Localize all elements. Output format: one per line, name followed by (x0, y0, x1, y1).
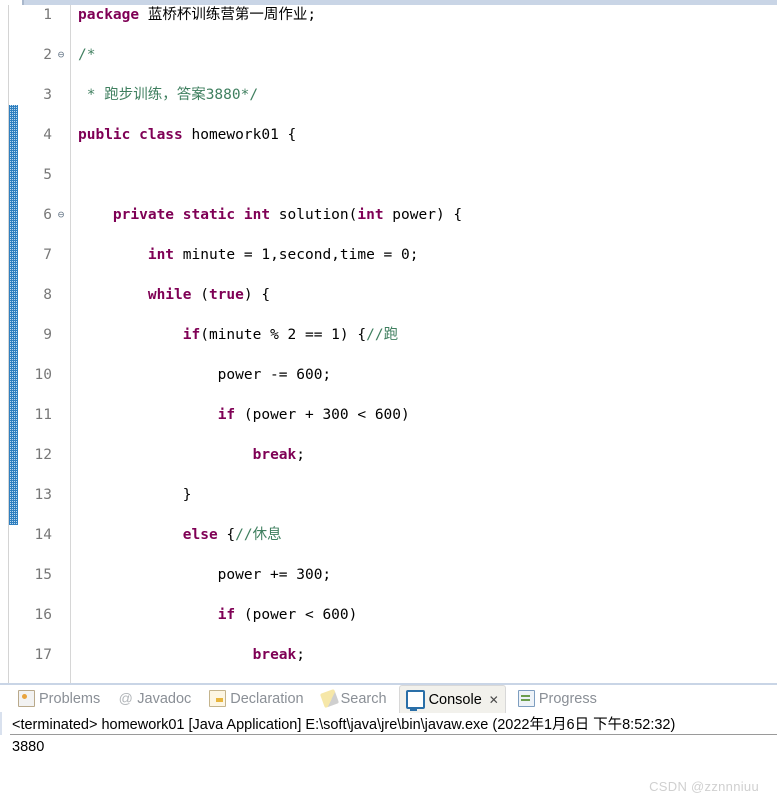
code-line[interactable]: 7 int minute = 1,second,time = 0; (0, 245, 777, 265)
console-output-line: 3880 (12, 739, 45, 755)
line-number: 17 (34, 647, 52, 663)
view-tab-label: Javadoc (137, 690, 192, 707)
view-tab-bar: Problems @ Javadoc Declaration Search Console… (0, 685, 777, 713)
view-tab-label: Search (340, 690, 387, 707)
progress-icon (517, 690, 535, 707)
view-tab-problems[interactable]: Problems (12, 685, 106, 712)
eclipse-ide-window: 1 package 蓝桥杯训练营第一周作业; 2 ⊖/* 3 * 跑步训练，答案3880… (0, 0, 777, 804)
code-line[interactable]: 2 ⊖ /* (0, 45, 777, 65)
code-text: else {//休息 (182, 527, 282, 543)
code-text: if(minute % 2 == 1) {//跑 (182, 327, 399, 343)
code-line[interactable]: 13 } (0, 485, 777, 505)
close-icon[interactable]: ✕ (489, 693, 499, 707)
at-icon: @ (118, 690, 133, 706)
code-text: power += 300; (78, 567, 332, 583)
code-text: /* (78, 47, 96, 63)
view-tab-console[interactable]: Console ✕ (398, 685, 506, 713)
line-number: 7 (43, 247, 52, 263)
code-text: power -= 600; (78, 367, 332, 383)
view-tab-label: Problems (39, 690, 101, 707)
code-line[interactable]: 16 if (power < 600) (0, 605, 777, 625)
declaration-icon (209, 690, 227, 707)
view-tab-javadoc[interactable]: @ Javadoc (112, 685, 197, 712)
line-number: 1 (43, 7, 52, 23)
line-number: 8 (43, 287, 52, 303)
line-number: 9 (43, 327, 52, 343)
line-number: 4 (43, 127, 52, 143)
line-number: 15 (34, 567, 52, 583)
line-number: 6 (43, 207, 52, 223)
line-number: 14 (34, 527, 52, 543)
code-line[interactable]: 14 else {//休息 (0, 525, 777, 545)
fold-collapse-icon[interactable]: ⊖ (55, 205, 67, 225)
code-line[interactable]: 9 if(minute % 2 == 1) {//跑 (0, 325, 777, 345)
view-tab-label: Progress (538, 690, 597, 707)
code-line[interactable]: 1 package 蓝桥杯训练营第一周作业; (0, 5, 777, 25)
code-text: private static int solution(int power) { (112, 207, 463, 223)
code-line[interactable]: 10 power -= 600; (0, 365, 777, 385)
code-text: while (true) { (147, 287, 271, 303)
line-number: 5 (43, 167, 52, 183)
line-number: 2 (43, 47, 52, 63)
view-tab-search[interactable]: Search (316, 685, 393, 712)
line-number: 10 (34, 367, 52, 383)
code-text: public class homework01 { (78, 127, 297, 143)
code-line[interactable]: 17 break; (0, 645, 777, 665)
code-line[interactable]: 11 if (power + 300 < 600) (0, 405, 777, 425)
code-editor[interactable]: 1 package 蓝桥杯训练营第一周作业; 2 ⊖/* 3 * 跑步训练，答案3880… (0, 5, 777, 683)
line-number: 3 (43, 87, 52, 103)
view-tab-label: Console (428, 691, 482, 708)
code-line[interactable]: 3 * 跑步训练，答案3880*/ (0, 85, 777, 105)
code-text: if (power < 600) (217, 607, 358, 623)
code-line[interactable]: 6 ⊖ private static int solution(int power… (0, 205, 777, 225)
code-line[interactable]: 8 while (true) { (0, 285, 777, 305)
code-text: int minute = 1,second,time = 0; (147, 247, 419, 263)
code-lines: 1 package 蓝桥杯训练营第一周作业; 2 ⊖/* 3 * 跑步训练，答案3880… (0, 5, 777, 665)
line-number: 11 (34, 407, 52, 423)
search-icon (319, 688, 339, 709)
csdn-watermark: CSDN @zznnniuu (649, 779, 759, 794)
code-line[interactable]: 12 break; (0, 445, 777, 465)
line-number: 16 (34, 607, 52, 623)
code-line[interactable]: 15 power += 300; (0, 565, 777, 585)
code-text: * 跑步训练，答案3880*/ (78, 87, 259, 103)
console-icon (405, 690, 425, 711)
code-line[interactable]: 5 (0, 165, 777, 185)
line-number: 12 (34, 447, 52, 463)
code-text: break; (252, 447, 305, 463)
code-text: break; (252, 647, 305, 663)
code-text: package 蓝桥杯训练营第一周作业; (78, 7, 317, 23)
view-tab-declaration[interactable]: Declaration (203, 685, 309, 712)
code-line[interactable]: 4 public class homework01 { (0, 125, 777, 145)
problems-icon (18, 690, 35, 707)
view-tab-progress[interactable]: Progress (512, 685, 603, 712)
view-tab-label: Declaration (230, 690, 304, 707)
console-process-header: <terminated> homework01 [Java Applicatio… (12, 716, 676, 733)
fold-collapse-icon[interactable]: ⊖ (55, 45, 67, 65)
code-text: if (power + 300 < 600) (217, 407, 410, 423)
code-text: } (78, 487, 192, 503)
line-number: 13 (34, 487, 52, 503)
